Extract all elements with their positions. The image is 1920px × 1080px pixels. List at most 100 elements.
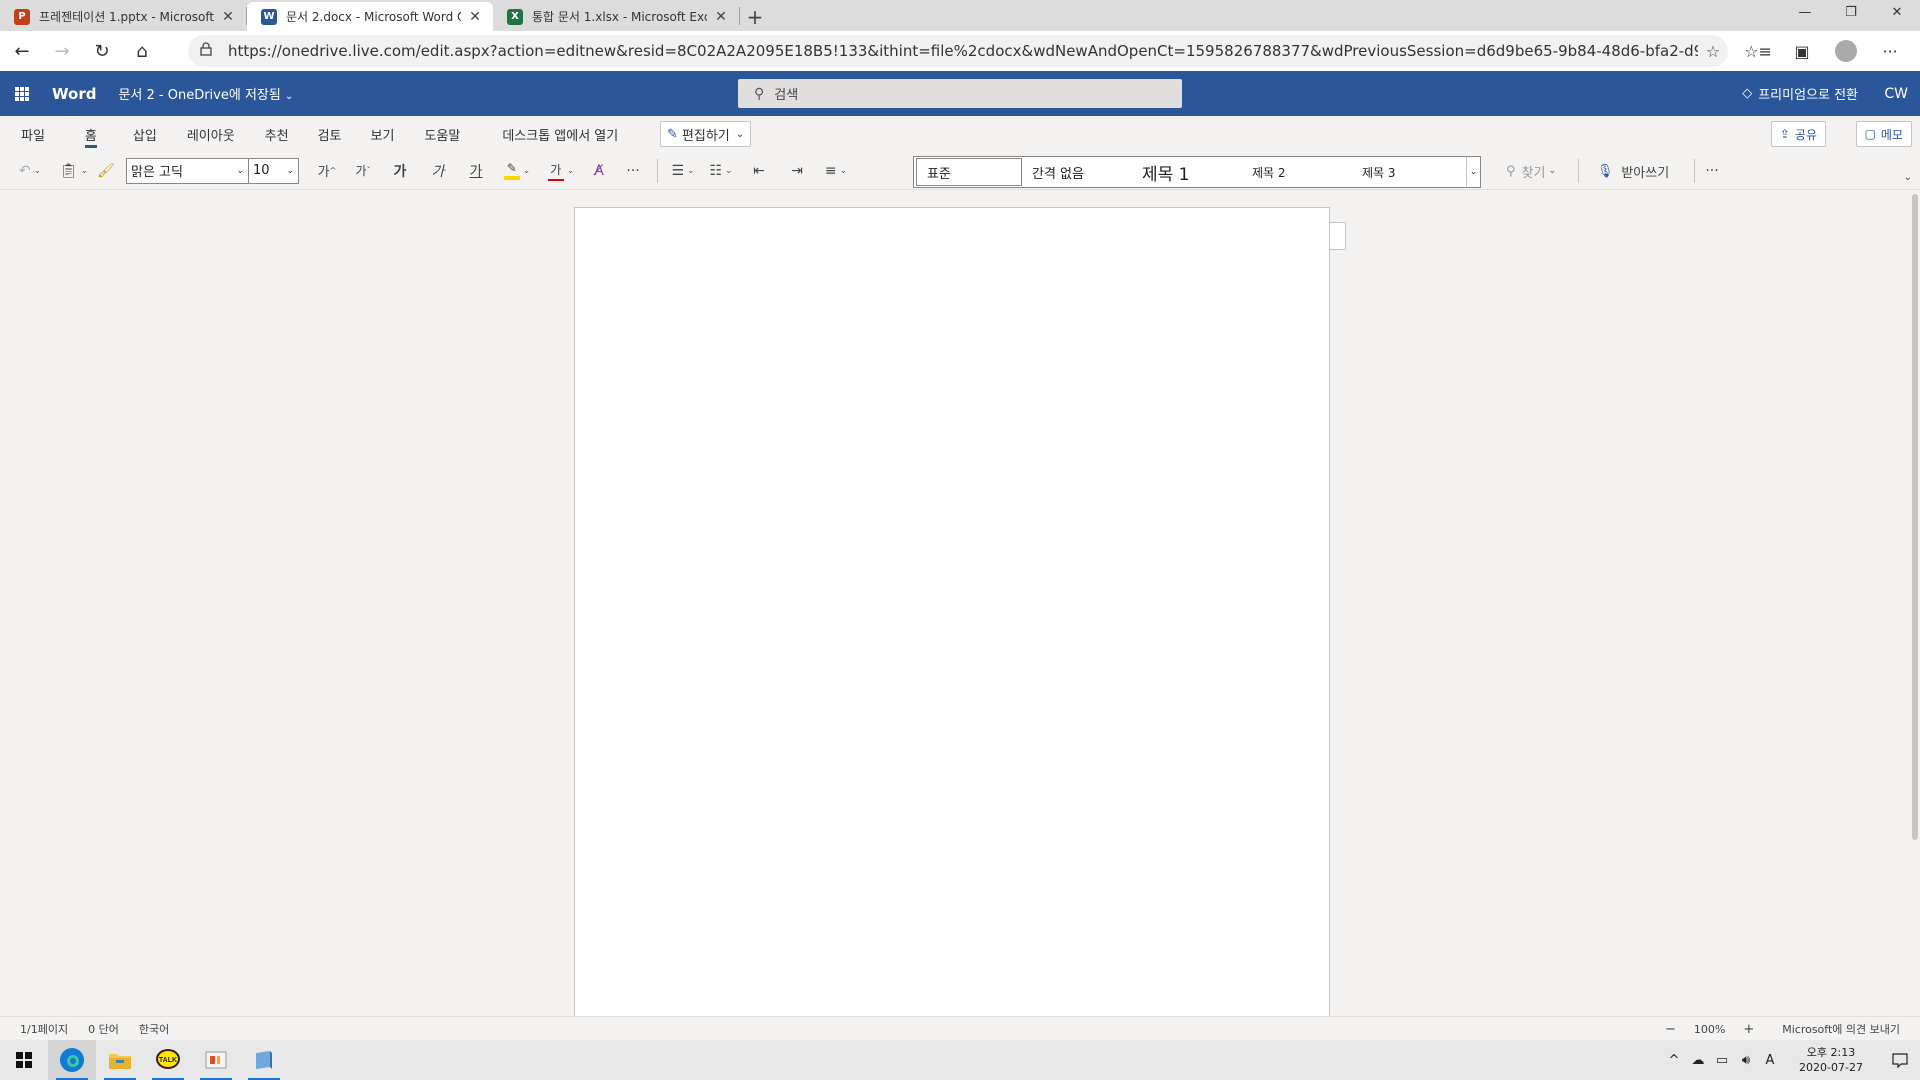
zoom-in-button[interactable]: + [1743, 1022, 1754, 1037]
tab-home[interactable]: 홈 [84, 116, 97, 152]
app-name[interactable]: Word [52, 85, 96, 103]
dictate-label: 받아쓰기 [1621, 165, 1670, 181]
font-name-dropdown[interactable]: 맑은 고딕 ⌄ [126, 157, 249, 184]
volume-icon[interactable]: 🔊︎ [1734, 1053, 1758, 1068]
style-normal[interactable]: 표준 [916, 158, 1022, 186]
close-icon[interactable]: ✕ [220, 9, 236, 25]
new-tab-button[interactable]: + [740, 2, 770, 31]
collapse-ribbon-button[interactable]: ⌄ [1904, 172, 1912, 183]
zoom-level[interactable]: 100% [1694, 1023, 1725, 1036]
page-count: 1/1페이지 [20, 1022, 69, 1036]
url-field[interactable]: https://onedrive.live.com/edit.aspx?acti… [188, 35, 1728, 67]
notification-center-button[interactable] [1880, 1040, 1920, 1080]
tab-insert[interactable]: 삽입 [133, 116, 157, 152]
tab-title: 통합 문서 1.xlsx - Microsoft Exce [532, 10, 707, 24]
document-page[interactable] [574, 207, 1330, 1016]
lock-icon [200, 42, 216, 60]
bold-button[interactable]: 가 [381, 156, 419, 186]
browser-tab-word[interactable]: W 문서 2.docx - Microsoft Word Or ✕ [247, 2, 493, 31]
windows-logo-icon [16, 1052, 32, 1068]
undo-button[interactable]: ↶ ⌄ [12, 156, 48, 186]
grow-font-icon: 가 [317, 165, 330, 180]
zoom-out-button[interactable]: − [1665, 1022, 1676, 1037]
taskbar-app-blue[interactable] [240, 1040, 288, 1080]
font-color-button[interactable]: 가 ⌄ [539, 156, 583, 186]
restore-button[interactable]: ❐ [1828, 0, 1874, 24]
onedrive-icon[interactable]: ☁ [1686, 1053, 1710, 1068]
bullets-button[interactable]: ☰ ⌄ [664, 156, 702, 186]
tab-references[interactable]: 추천 [265, 116, 289, 152]
taskbar-file-explorer[interactable] [96, 1040, 144, 1080]
profile-button[interactable] [1824, 35, 1868, 67]
format-painter-button[interactable]: 🖌︎ [92, 156, 120, 186]
tab-help[interactable]: 도움말 [424, 116, 460, 152]
browser-menu-button[interactable]: ··· [1868, 35, 1912, 67]
system-tray: ^ ☁ ▭ 🔊︎ A 오후 2:13 2020-07-27 [1662, 1040, 1920, 1080]
dictate-button[interactable]: 🎙︎ 받아쓰기 [1588, 156, 1678, 186]
account-button[interactable]: CW [1884, 71, 1908, 116]
shrink-font-button[interactable]: 가ˇ [345, 156, 381, 186]
refresh-button[interactable]: ↻ [84, 35, 120, 67]
share-button[interactable]: ⇪ 공유 [1770, 121, 1826, 147]
chevron-up-icon[interactable]: ^ [1662, 1053, 1686, 1068]
alignment-button[interactable]: ≡ ⌄ [816, 156, 856, 186]
shrink-font-icon: 가 [355, 164, 367, 178]
close-icon[interactable]: ✕ [713, 9, 729, 25]
open-desktop-app-link[interactable]: 데스크톱 앱에서 열기 [502, 116, 618, 152]
start-button[interactable] [0, 1040, 48, 1080]
feedback-link[interactable]: Microsoft에 의견 보내기 [1782, 1021, 1900, 1037]
underline-button[interactable]: 가 [457, 156, 495, 186]
paste-button[interactable]: 📋︎ ⌄ [56, 156, 92, 186]
grow-font-button[interactable]: 가 ^ [309, 156, 345, 186]
vertical-scrollbar[interactable] [1912, 194, 1918, 840]
editing-mode-dropdown[interactable]: ✎ 편집하기 ⌄ [660, 121, 752, 147]
premium-button[interactable]: ◇ 프리미엄으로 전환 [1742, 71, 1858, 116]
tab-file[interactable]: 파일 [21, 116, 45, 152]
tab-layout[interactable]: 레이아웃 [187, 116, 235, 152]
style-heading-1[interactable]: 제목 1 [1132, 158, 1242, 186]
style-heading-2[interactable]: 제목 2 [1242, 158, 1352, 186]
more-commands-button[interactable]: ··· [1698, 156, 1726, 186]
style-no-spacing[interactable]: 간격 없음 [1022, 158, 1132, 186]
clear-formatting-button[interactable]: A̸ [583, 156, 615, 186]
close-icon[interactable]: ✕ [467, 9, 483, 25]
minimize-button[interactable]: — [1782, 0, 1828, 24]
italic-button[interactable]: 가 [419, 156, 457, 186]
browser-tab-powerpoint[interactable]: P 프레젠테이션 1.pptx - Microsoft ✕ [0, 2, 246, 31]
taskbar-edge[interactable] [48, 1040, 96, 1080]
search-input[interactable]: ⚲ 검색 [738, 79, 1182, 108]
taskbar-app-orange[interactable] [192, 1040, 240, 1080]
search-placeholder: 검색 [774, 88, 799, 103]
network-icon[interactable]: ▭ [1710, 1053, 1734, 1068]
favorites-list-button[interactable]: ☆≡ [1736, 35, 1780, 67]
favorite-star-icon[interactable]: ☆ [1698, 42, 1728, 61]
chevron-down-icon: ⌄ [735, 128, 745, 140]
tab-review[interactable]: 검토 [318, 116, 342, 152]
language-indicator[interactable]: 한국어 [139, 1021, 169, 1037]
ime-indicator[interactable]: A [1758, 1053, 1782, 1068]
increase-indent-button[interactable]: ⇥ [778, 156, 816, 186]
forward-button[interactable]: → [44, 35, 80, 67]
app-launcher-button[interactable] [0, 71, 44, 116]
page-side-marker [1330, 222, 1346, 250]
back-button[interactable]: ← [4, 35, 40, 67]
taskbar-kakaotalk[interactable]: TALK [144, 1040, 192, 1080]
clock[interactable]: 오후 2:13 2020-07-27 [1788, 1045, 1874, 1075]
numbering-button[interactable]: ☷ ⌄ [702, 156, 740, 186]
browser-tab-bar: P 프레젠테이션 1.pptx - Microsoft ✕ W 문서 2.doc… [0, 0, 1920, 31]
document-name[interactable]: 문서 2 - OneDrive에 저장됨 ⌄ [118, 84, 293, 103]
find-button[interactable]: ⚲ 찾기 ⌄ [1496, 156, 1566, 186]
decrease-indent-button[interactable]: ⇤ [740, 156, 778, 186]
comments-button[interactable]: ▢ 메모 [1855, 121, 1912, 147]
font-size-dropdown[interactable]: 10 ⌄ [249, 157, 299, 184]
more-font-options-button[interactable]: ··· [615, 156, 651, 186]
collections-button[interactable]: ▣ [1780, 35, 1824, 67]
style-heading-3[interactable]: 제목 3 [1352, 158, 1452, 186]
styles-expand-button[interactable]: ⌄ [1466, 157, 1480, 187]
tab-view[interactable]: 보기 [371, 116, 395, 152]
highlight-color-button[interactable]: ✎ ⌄ [495, 156, 539, 186]
browser-tab-excel[interactable]: X 통합 문서 1.xlsx - Microsoft Exce ✕ [493, 2, 739, 31]
more-icon: ··· [1705, 163, 1719, 179]
close-window-button[interactable]: ✕ [1874, 0, 1920, 24]
home-button[interactable]: ⌂ [124, 35, 160, 67]
